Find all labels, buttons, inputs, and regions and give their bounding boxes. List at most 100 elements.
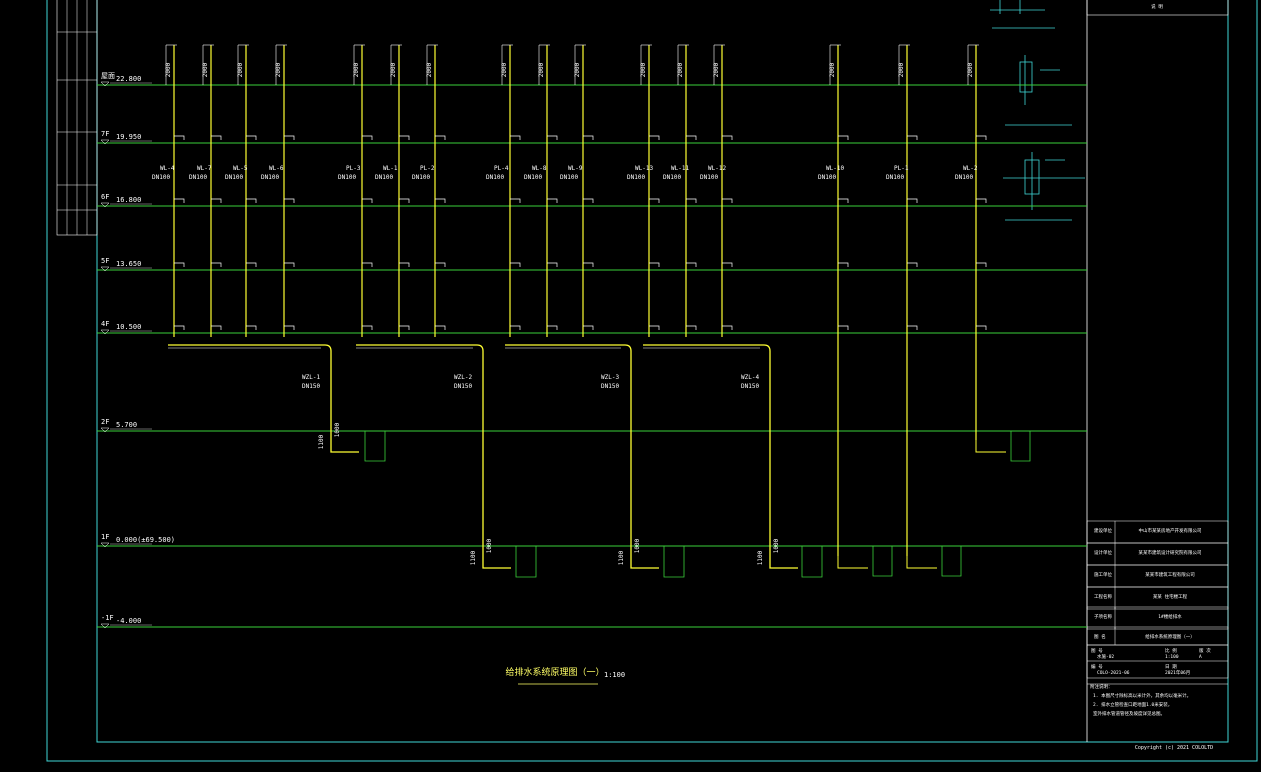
outlet-pipe <box>906 556 937 569</box>
main-stack-pipe <box>168 344 359 453</box>
riser-size: DN100 <box>261 174 279 181</box>
riser-dim: 2000 <box>677 62 684 77</box>
branch-stub <box>399 262 410 267</box>
detail-1 <box>990 0 1055 29</box>
level-tag: 屋面 <box>101 72 115 80</box>
drain-risers: 2000 WL-4 DN100 2000 WL-7 DN100 2000 WL-5 DN100 2… <box>152 44 1031 577</box>
main-stack-size: DN150 <box>302 383 320 390</box>
branch-stub <box>284 198 295 203</box>
riser-size: DN100 <box>886 174 904 181</box>
branch-stub <box>583 135 594 140</box>
title-block-value: 某某 住宅楼工程 <box>1153 593 1188 600</box>
branch-stub <box>547 325 558 330</box>
riser-size: DN100 <box>560 174 578 181</box>
riser-size: DN100 <box>955 174 973 181</box>
branch-stub <box>510 135 521 140</box>
riser-size: DN100 <box>663 174 681 181</box>
level-tag: -1F <box>101 614 114 622</box>
branch-stub <box>399 135 410 140</box>
note-2: 2. 排水立管检查口距地面1.0米安装， <box>1093 701 1172 708</box>
outlet-pipe <box>837 556 868 569</box>
branch-stub <box>246 262 257 267</box>
detail-3 <box>1003 152 1085 221</box>
level-label: 19.950 <box>116 133 141 141</box>
riser-name: WL-12 <box>708 165 726 172</box>
branch-stub <box>211 135 222 140</box>
branch-stub <box>174 135 185 140</box>
meta-value: COLO-2021-06 <box>1097 670 1130 676</box>
branch-stub <box>362 135 373 140</box>
title-block-key: 建设单位 <box>1094 527 1112 534</box>
main-stack-size: DN150 <box>601 383 619 390</box>
inspection-well <box>364 431 386 462</box>
branch-stub <box>976 262 987 267</box>
riser-name: WL-11 <box>671 165 689 172</box>
level-tag: 7F <box>101 130 109 138</box>
meta-key: 图 号 <box>1091 648 1103 654</box>
branch-stub <box>838 198 849 203</box>
branch-stub <box>686 135 697 140</box>
riser-dim: 2000 <box>275 62 282 77</box>
branch-stub <box>211 198 222 203</box>
meta-value: 水施-02 <box>1097 653 1114 660</box>
branch-stub <box>174 325 185 330</box>
riser-name: WL-2 <box>963 165 978 172</box>
copyright: Copyright (c) 2021 COLOLTD <box>1135 745 1213 751</box>
riser-size: DN100 <box>486 174 504 181</box>
riser-size: DN100 <box>818 174 836 181</box>
meta-value: 1:100 <box>1165 654 1179 660</box>
branch-stub <box>362 262 373 267</box>
level-label: 22.800 <box>116 75 141 83</box>
riser-dim: 2000 <box>202 62 209 77</box>
inspection-well <box>941 546 962 577</box>
branch-stub <box>976 135 987 140</box>
branch-stub <box>649 325 660 330</box>
branch-stub <box>547 135 558 140</box>
level-tag: 2F <box>101 418 109 426</box>
level-label: 0.000(±69.500) <box>116 536 175 544</box>
level-tag: 6F <box>101 193 109 201</box>
branch-stub <box>435 262 446 267</box>
title-block-value: 某某市建筑工程有限公司 <box>1145 571 1195 578</box>
branch-stub <box>686 198 697 203</box>
branch-stub <box>976 325 987 330</box>
title-block-value: 1#楼给排水 <box>1158 613 1182 620</box>
branch-stub <box>907 325 918 330</box>
branch-stub <box>174 198 185 203</box>
drawing-title: 给排水系统原理图（一） <box>505 666 604 678</box>
title-block-key: 工程名称 <box>1094 593 1112 600</box>
riser-dim: 2000 <box>640 62 647 77</box>
inspection-well <box>872 546 893 577</box>
title-block-key: 图 名 <box>1094 633 1106 640</box>
riser-name: WL-10 <box>826 165 844 172</box>
level-label: -4.000 <box>116 617 141 625</box>
main-stack-pipe <box>643 344 798 569</box>
branch-stub <box>722 198 733 203</box>
riser-name: WL-5 <box>233 165 248 172</box>
dim-b: 1000 <box>773 538 780 553</box>
branch-stub <box>649 262 660 267</box>
riser-size: DN100 <box>189 174 207 181</box>
detail-2 <box>1005 55 1085 126</box>
riser-size: DN100 <box>225 174 243 181</box>
title-block-key: 子项名称 <box>1094 613 1112 620</box>
dim-a: 1100 <box>618 550 625 565</box>
title-block-value: 某某市建筑设计研究院有限公司 <box>1139 549 1202 556</box>
branch-stub <box>211 325 222 330</box>
branch-stub <box>435 325 446 330</box>
detail-thumbnails <box>990 0 1085 221</box>
title-block-value: 给排水系统原理图（一） <box>1145 633 1195 640</box>
branch-stub <box>686 325 697 330</box>
main-stack-size: DN150 <box>454 383 472 390</box>
riser-name: WL-6 <box>269 165 284 172</box>
riser-dim: 2000 <box>898 62 905 77</box>
inspection-well <box>801 546 823 578</box>
dim-a: 1100 <box>318 434 325 449</box>
riser-dim: 2000 <box>501 62 508 77</box>
riser-size: DN100 <box>338 174 356 181</box>
inspection-well <box>1010 431 1031 462</box>
main-stack-pipe <box>356 344 511 569</box>
main-stack-name: WZL-3 <box>601 374 619 381</box>
branch-stub <box>583 325 594 330</box>
branch-stub <box>362 198 373 203</box>
